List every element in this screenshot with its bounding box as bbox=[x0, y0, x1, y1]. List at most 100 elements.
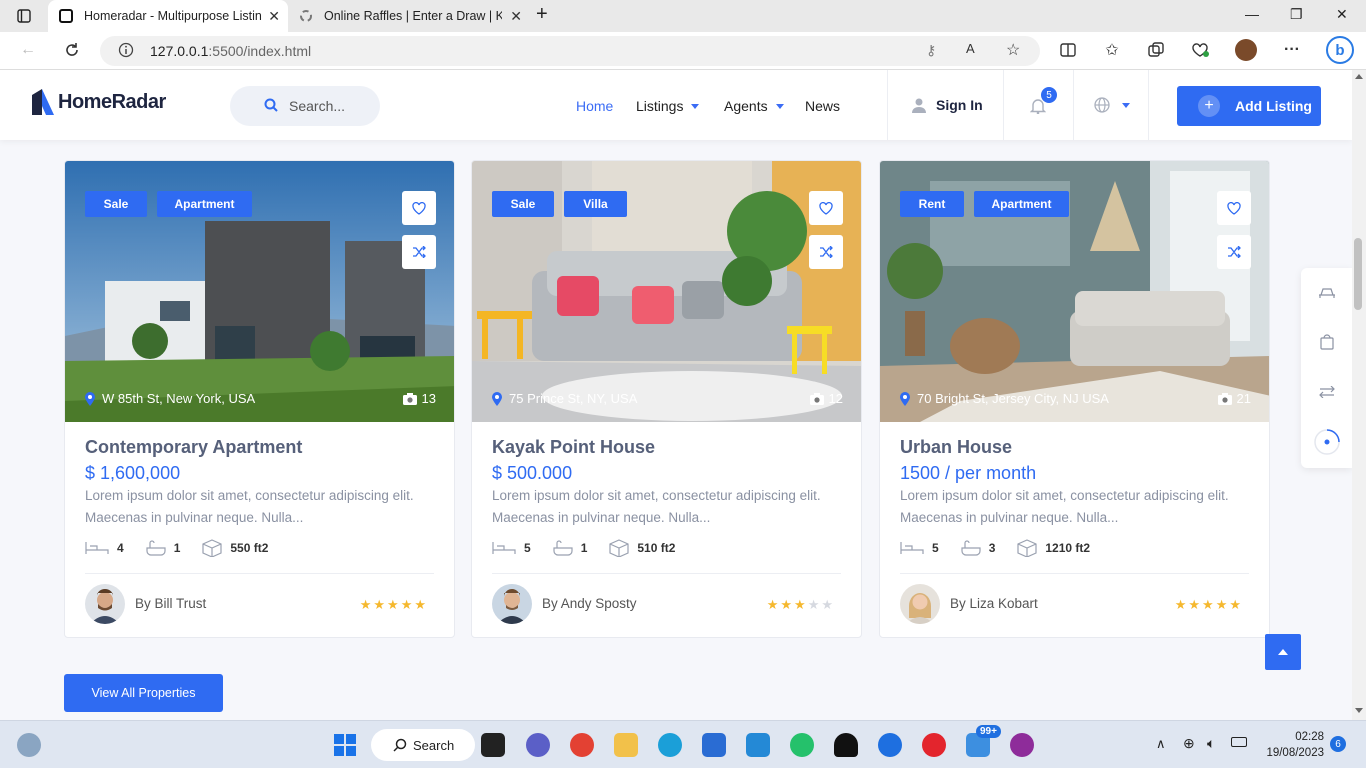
nav-news[interactable]: News bbox=[805, 98, 840, 114]
homeradar-logo[interactable]: HomeRadar bbox=[30, 87, 166, 117]
property-card[interactable]: Sale Villa 75 Prince St, NY, USA 12 Kaya… bbox=[471, 160, 862, 638]
compare-button[interactable] bbox=[809, 235, 843, 269]
chrome-icon[interactable] bbox=[570, 733, 594, 757]
nav-agents[interactable]: Agents bbox=[724, 98, 784, 114]
favorites-icon[interactable]: ✩ bbox=[1102, 40, 1122, 60]
sign-in-link[interactable]: Sign In bbox=[912, 97, 983, 113]
bing-copilot-icon[interactable]: b bbox=[1326, 36, 1354, 64]
battery-icon[interactable] bbox=[1231, 737, 1247, 747]
site-info-icon[interactable] bbox=[118, 42, 134, 61]
agent-avatar[interactable] bbox=[900, 584, 940, 624]
favorite-star-icon[interactable]: ☆ bbox=[1006, 40, 1020, 60]
collections-icon[interactable] bbox=[1146, 40, 1166, 60]
agent-name[interactable]: By Andy Sposty bbox=[542, 596, 637, 611]
task-view-icon[interactable] bbox=[481, 733, 505, 757]
property-photo[interactable]: Rent Apartment 70 Bright St, Jersey City… bbox=[880, 161, 1269, 422]
chevron-down-icon bbox=[1122, 102, 1130, 108]
browser-essentials-icon[interactable] bbox=[1190, 40, 1210, 60]
loading-spinner-icon[interactable] bbox=[1313, 428, 1341, 456]
store-icon[interactable] bbox=[702, 733, 726, 757]
close-tab-icon[interactable]: ✕ bbox=[268, 8, 280, 25]
profile-avatar[interactable] bbox=[1235, 39, 1257, 61]
tag-badge[interactable]: Sale bbox=[492, 191, 554, 217]
weather-widget-icon[interactable] bbox=[17, 733, 41, 757]
property-card[interactable]: Rent Apartment 70 Bright St, Jersey City… bbox=[879, 160, 1270, 638]
show-hidden-icons-chevron-icon[interactable]: ∧ bbox=[1156, 736, 1166, 752]
vscode-icon[interactable] bbox=[746, 733, 770, 757]
tag-badge[interactable]: Villa bbox=[564, 191, 627, 217]
tab-homeradar[interactable]: Homeradar - Multipurpose Listin ✕ bbox=[48, 0, 288, 32]
whatsapp-icon[interactable] bbox=[790, 733, 814, 757]
close-tab-icon[interactable]: ✕ bbox=[510, 8, 522, 25]
scrollbar-thumb[interactable] bbox=[1354, 238, 1362, 310]
favorite-button[interactable] bbox=[1217, 191, 1251, 225]
taskbar-search[interactable]: Search bbox=[371, 729, 475, 761]
agent-name[interactable]: By Liza Kobart bbox=[950, 596, 1038, 611]
scroll-down-arrow-icon[interactable] bbox=[1355, 708, 1363, 713]
scroll-up-arrow-icon[interactable] bbox=[1355, 74, 1363, 79]
file-explorer-icon[interactable] bbox=[614, 733, 638, 757]
maps-pin-icon[interactable] bbox=[878, 733, 902, 757]
tag-badge[interactable]: Rent bbox=[900, 191, 964, 217]
view-all-properties-button[interactable]: View All Properties bbox=[64, 674, 223, 712]
start-windows-icon[interactable] bbox=[333, 733, 357, 757]
minimize-icon[interactable]: — bbox=[1245, 6, 1259, 22]
property-title[interactable]: Contemporary Apartment bbox=[85, 437, 302, 458]
photo-count-text: 12 bbox=[828, 391, 843, 406]
tag-badge[interactable]: Apartment bbox=[157, 191, 252, 217]
refresh-icon[interactable] bbox=[62, 40, 82, 60]
agent-name[interactable]: By Bill Trust bbox=[135, 596, 206, 611]
tab-actions-icon[interactable] bbox=[14, 6, 34, 26]
more-options-icon[interactable]: ··· bbox=[1282, 40, 1302, 60]
back-to-top-button[interactable] bbox=[1265, 634, 1301, 670]
red-app-icon[interactable] bbox=[922, 733, 946, 757]
compare-button[interactable] bbox=[402, 235, 436, 269]
swap-icon[interactable] bbox=[1317, 382, 1337, 402]
messaging-app-icon[interactable]: 99+ bbox=[966, 725, 1001, 757]
compare-button[interactable] bbox=[1217, 235, 1251, 269]
favorite-button[interactable] bbox=[402, 191, 436, 225]
tag-badge[interactable]: Apartment bbox=[974, 191, 1069, 217]
property-photo[interactable]: Sale Apartment W 85th St, New York, USA … bbox=[65, 161, 454, 422]
network-globe-icon[interactable]: ⊕ bbox=[1183, 735, 1195, 752]
split-screen-icon[interactable] bbox=[1058, 40, 1078, 60]
bedrooms: 4 bbox=[85, 541, 124, 555]
restore-icon[interactable]: ❐ bbox=[1290, 6, 1303, 23]
car-icon[interactable] bbox=[1317, 282, 1337, 302]
key-icon[interactable]: ⚷ bbox=[926, 42, 936, 59]
property-title[interactable]: Kayak Point House bbox=[492, 437, 655, 458]
bed-icon bbox=[492, 542, 516, 554]
tag-badge[interactable]: Sale bbox=[85, 191, 147, 217]
property-title[interactable]: Urban House bbox=[900, 437, 1012, 458]
close-window-icon[interactable]: ✕ bbox=[1336, 6, 1348, 23]
photo-count[interactable]: 12 bbox=[809, 391, 843, 406]
edge-icon[interactable] bbox=[658, 733, 682, 757]
notification-center-badge[interactable]: 6 bbox=[1330, 736, 1346, 752]
photo-count[interactable]: 21 bbox=[1217, 391, 1251, 406]
system-clock[interactable]: 02:28 19/08/2023 bbox=[1262, 729, 1324, 761]
photo-count[interactable]: 13 bbox=[402, 391, 436, 406]
notifications-button[interactable]: 5 bbox=[1029, 87, 1057, 119]
header-search[interactable]: Search... bbox=[230, 86, 380, 126]
property-card[interactable]: Sale Apartment W 85th St, New York, USA … bbox=[64, 160, 455, 638]
favorite-button[interactable] bbox=[809, 191, 843, 225]
nav-listings[interactable]: Listings bbox=[636, 98, 700, 114]
property-photo[interactable]: Sale Villa 75 Prince St, NY, USA 12 bbox=[472, 161, 861, 422]
read-aloud-icon[interactable]: A bbox=[966, 41, 975, 56]
url-field[interactable]: 127.0.0.1:5500/index.html ⚷ A ☆ bbox=[100, 36, 1040, 66]
tab-online-raffles[interactable]: Online Raffles | Enter a Draw | Ko ✕ bbox=[290, 0, 530, 32]
language-selector[interactable] bbox=[1094, 97, 1130, 113]
add-listing-button[interactable]: + Add Listing bbox=[1177, 86, 1321, 126]
back-icon[interactable]: ← bbox=[18, 40, 38, 60]
shopping-bag-icon[interactable] bbox=[1317, 332, 1337, 352]
new-tab-icon[interactable]: + bbox=[536, 3, 548, 26]
nav-home[interactable]: Home bbox=[576, 98, 613, 114]
linux-penguin-icon[interactable] bbox=[834, 733, 858, 757]
agent-avatar[interactable] bbox=[85, 584, 125, 624]
user-icon bbox=[912, 98, 926, 113]
github-desktop-icon[interactable] bbox=[1010, 733, 1034, 757]
teams-chat-icon[interactable] bbox=[526, 733, 550, 757]
volume-icon[interactable]: 🔈︎ bbox=[1207, 735, 1215, 752]
page-scrollbar[interactable] bbox=[1352, 70, 1366, 720]
agent-avatar[interactable] bbox=[492, 584, 532, 624]
